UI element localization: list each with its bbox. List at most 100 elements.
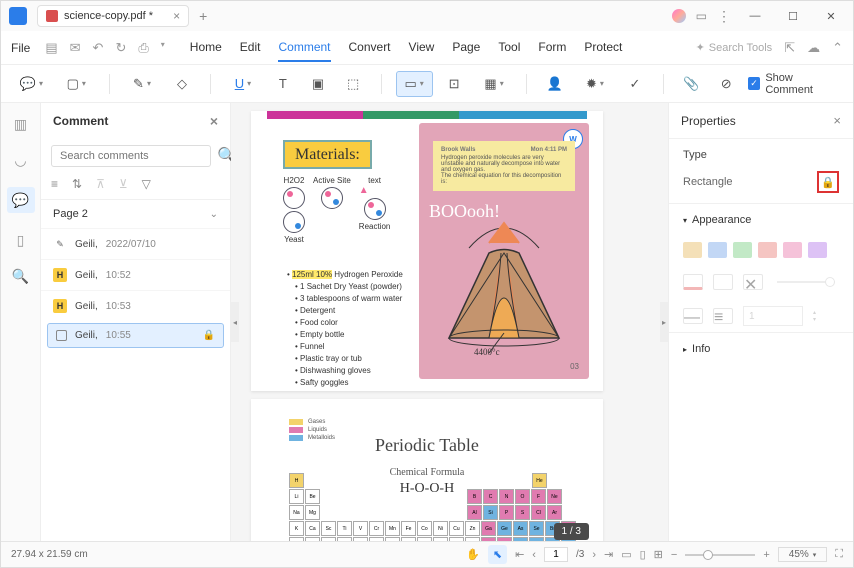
- area-tool[interactable]: ▦: [476, 71, 513, 97]
- sticky-note[interactable]: Brook Walls Mon 4:11 PM Hydrogen peroxid…: [433, 141, 575, 191]
- expand2-icon[interactable]: ⊻: [119, 177, 128, 191]
- line-style-picker[interactable]: —: [683, 308, 703, 324]
- bookmark-icon[interactable]: ◡: [12, 151, 30, 169]
- search-tools[interactable]: ✦ Search Tools: [696, 41, 773, 54]
- hand-tool-icon[interactable]: ✋: [466, 548, 480, 561]
- close-button[interactable]: ✕: [817, 10, 845, 23]
- page-section-toggle[interactable]: Page 2 ⌄: [41, 199, 230, 228]
- menu-page[interactable]: Page: [452, 34, 480, 62]
- menu-form[interactable]: Form: [538, 34, 566, 62]
- properties-close-icon[interactable]: ×: [833, 113, 841, 128]
- menu-convert[interactable]: Convert: [349, 34, 391, 62]
- notify-icon[interactable]: ▭: [696, 9, 707, 23]
- color-swatch[interactable]: [733, 242, 752, 258]
- account-icon[interactable]: [672, 9, 686, 23]
- zoom-in-icon[interactable]: +: [763, 549, 769, 561]
- redo-icon[interactable]: ↻: [115, 40, 126, 56]
- menu-comment[interactable]: Comment: [278, 34, 330, 62]
- zoom-out-icon[interactable]: −: [671, 549, 677, 561]
- fill-color-picker[interactable]: [713, 274, 733, 290]
- color-swatch[interactable]: [783, 242, 802, 258]
- approve-tool[interactable]: ✓: [621, 71, 648, 97]
- attachment-icon[interactable]: ▯: [12, 231, 30, 249]
- qat-dropdown-icon[interactable]: ▾: [161, 40, 165, 56]
- cloud-icon[interactable]: ☁: [807, 40, 820, 56]
- prev-page-icon[interactable]: ‹: [532, 549, 536, 561]
- comment-item[interactable]: HGeili,10:53: [41, 290, 230, 321]
- tab-close-icon[interactable]: ×: [173, 9, 180, 23]
- comment-item[interactable]: Geili,10:55🔒: [47, 323, 224, 348]
- info-section-toggle[interactable]: ▸ Info: [669, 332, 853, 365]
- print-icon[interactable]: ⎙: [138, 40, 148, 56]
- expand-icon[interactable]: ≡: [51, 177, 58, 191]
- undo-icon[interactable]: ↶: [93, 40, 104, 56]
- hide-tool[interactable]: ⊘: [713, 71, 740, 97]
- fit-page-icon[interactable]: ▯: [640, 548, 646, 561]
- new-tab-button[interactable]: +: [199, 8, 207, 24]
- underline-tool[interactable]: U: [225, 71, 262, 97]
- first-page-icon[interactable]: ⇤: [515, 548, 524, 561]
- opacity-picker[interactable]: ✕: [743, 274, 763, 290]
- reflow-icon[interactable]: ⊞: [654, 548, 663, 561]
- textbox-tool[interactable]: ▣: [304, 71, 331, 97]
- select-tool-icon[interactable]: ⬉: [488, 545, 507, 564]
- comment-item[interactable]: HGeili,10:52: [41, 259, 230, 290]
- panel-close-icon[interactable]: ×: [210, 113, 218, 129]
- stamp2-tool[interactable]: ✹: [577, 71, 614, 97]
- menu-protect[interactable]: Protect: [584, 34, 622, 62]
- page-number-input[interactable]: [544, 547, 568, 562]
- signature-tool[interactable]: 👤: [541, 71, 568, 97]
- comment-item[interactable]: ✎Geili,2022/07/10: [41, 228, 230, 259]
- zoom-value-dropdown[interactable]: 45%▾: [778, 547, 828, 562]
- menu-edit[interactable]: Edit: [240, 34, 261, 62]
- document-viewer[interactable]: ◂ ▸ Materials: H2O2 Yeast Active Sit: [231, 103, 668, 541]
- collapse-icon[interactable]: ⊼: [96, 177, 105, 191]
- color-swatch[interactable]: [708, 242, 727, 258]
- eraser-tool[interactable]: ◇: [168, 71, 195, 97]
- note-tool[interactable]: 💬: [13, 71, 50, 97]
- open-icon[interactable]: ▤: [45, 40, 57, 56]
- measure-tool[interactable]: ⊡: [441, 71, 468, 97]
- caret-up-icon[interactable]: ⌃: [832, 40, 843, 56]
- line-weight-stepper[interactable]: ▴▾: [813, 309, 827, 323]
- stamp-tool[interactable]: ▢: [58, 71, 95, 97]
- more-icon[interactable]: ⋮: [717, 8, 731, 25]
- fullscreen-icon[interactable]: ⛶: [835, 548, 843, 561]
- line-style-2[interactable]: ≡: [713, 308, 733, 324]
- menu-view[interactable]: View: [409, 34, 435, 62]
- file-menu[interactable]: File: [11, 41, 30, 55]
- stroke-color-picker[interactable]: [683, 274, 703, 290]
- maximize-button[interactable]: ☐: [779, 10, 807, 23]
- lock-button[interactable]: 🔒: [817, 171, 839, 193]
- opacity-slider[interactable]: [777, 281, 835, 283]
- color-swatch[interactable]: [808, 242, 827, 258]
- last-page-icon[interactable]: ⇥: [604, 548, 613, 561]
- line-weight-input[interactable]: 1: [743, 306, 803, 326]
- appearance-section-toggle[interactable]: ▾ Appearance: [669, 203, 853, 236]
- show-comment-toggle[interactable]: ✓ Show Comment: [748, 72, 841, 96]
- pencil-tool[interactable]: ✎: [124, 71, 161, 97]
- color-swatch[interactable]: [758, 242, 777, 258]
- document-tab[interactable]: science-copy.pdf * ×: [37, 5, 189, 27]
- filter-icon[interactable]: ▽: [142, 177, 151, 191]
- zoom-slider[interactable]: [685, 554, 755, 556]
- minimize-button[interactable]: —: [741, 10, 769, 22]
- sort-icon[interactable]: ⇅: [72, 177, 82, 191]
- fit-width-icon[interactable]: ▭: [621, 548, 631, 561]
- comment-panel-icon[interactable]: 💬: [7, 187, 35, 213]
- expand-right-handle[interactable]: ▸: [660, 302, 668, 342]
- comment-search-input[interactable]: [51, 145, 211, 167]
- shape-rectangle-tool[interactable]: ▭: [396, 71, 433, 97]
- expand-left-handle[interactable]: ◂: [231, 302, 239, 342]
- show-comment-checkbox[interactable]: ✓: [748, 77, 761, 90]
- callout-tool[interactable]: ⬚: [340, 71, 367, 97]
- save-icon[interactable]: ✉: [70, 40, 81, 56]
- color-swatch[interactable]: [683, 242, 702, 258]
- search-panel-icon[interactable]: 🔍: [12, 267, 30, 285]
- share-icon[interactable]: ⇱: [784, 40, 795, 56]
- attach-tool[interactable]: 📎: [677, 71, 704, 97]
- text-tool[interactable]: T: [269, 71, 296, 97]
- menu-tool[interactable]: Tool: [498, 34, 520, 62]
- next-page-icon[interactable]: ›: [592, 549, 596, 561]
- menu-home[interactable]: Home: [190, 34, 222, 62]
